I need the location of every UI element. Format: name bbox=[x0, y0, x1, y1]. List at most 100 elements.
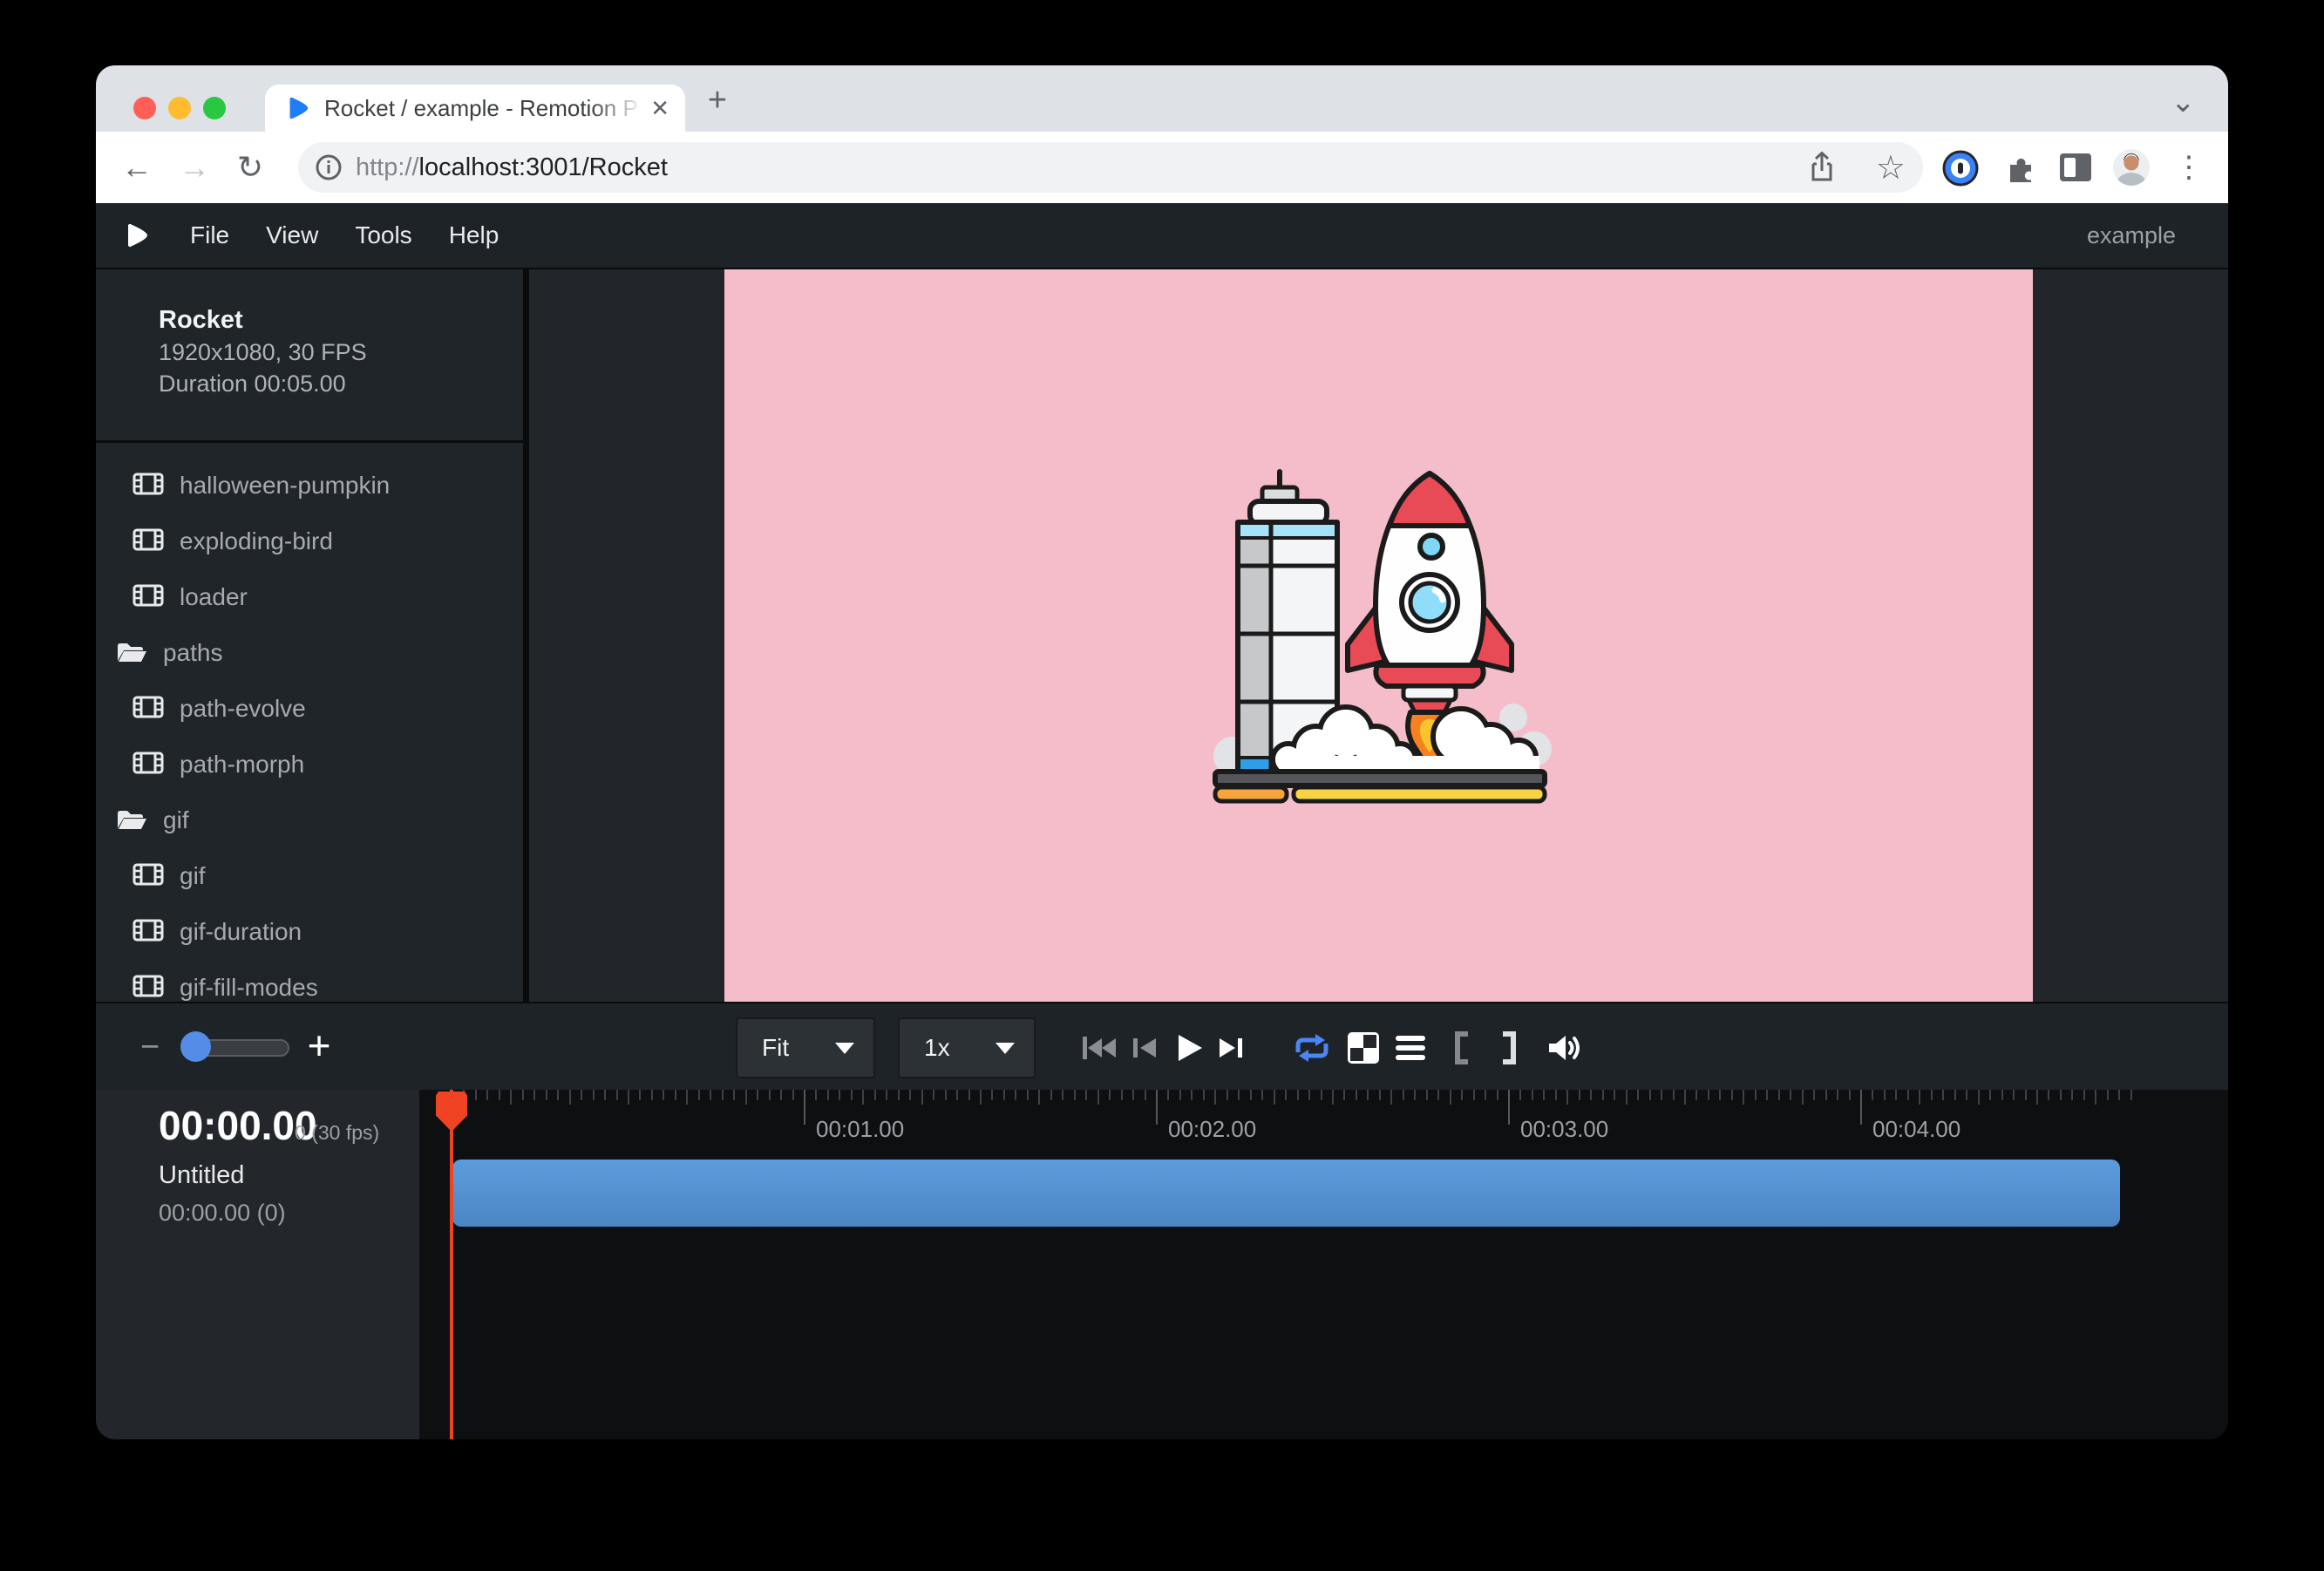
set-in-point-button[interactable] bbox=[1439, 1003, 1483, 1092]
ruler-tick bbox=[533, 1090, 535, 1100]
sidebar-item-loader[interactable]: loader bbox=[96, 569, 523, 625]
preview-panel bbox=[529, 269, 2228, 1002]
transparency-toggle-button[interactable] bbox=[1342, 1003, 1385, 1092]
ruler-tick bbox=[1274, 1090, 1275, 1105]
ruler-tick bbox=[874, 1090, 876, 1100]
menu-item-tools[interactable]: Tools bbox=[355, 221, 411, 249]
ruler-tick bbox=[1849, 1090, 1851, 1100]
ruler-tick bbox=[1132, 1090, 1134, 1100]
remotion-logo-icon[interactable] bbox=[122, 221, 150, 249]
profile-avatar[interactable] bbox=[2112, 148, 2151, 187]
ruler-tick bbox=[1414, 1090, 1416, 1100]
menu-item-view[interactable]: View bbox=[266, 221, 318, 249]
checkerboard-icon bbox=[1348, 1032, 1379, 1064]
sidebar-item-gif-duration[interactable]: gif-duration bbox=[96, 904, 523, 960]
ruler-tick bbox=[1602, 1090, 1604, 1100]
extensions-puzzle-icon[interactable] bbox=[2003, 151, 2038, 186]
composition-list: halloween-pumpkin exploding-bird bbox=[96, 458, 523, 1002]
sidebar-resize-handle[interactable] bbox=[523, 269, 529, 1002]
ruler-tick bbox=[1027, 1090, 1029, 1100]
track-name: Untitled bbox=[159, 1161, 244, 1190]
sidebar-divider bbox=[96, 440, 523, 443]
browser-toolbar: ← → ↻ http://localhost:3001/Rocket ☆ bbox=[96, 132, 2228, 203]
sidebar-item-paths[interactable]: paths bbox=[96, 625, 523, 681]
loop-toggle-button[interactable] bbox=[1290, 1003, 1334, 1092]
play-button[interactable] bbox=[1167, 1003, 1211, 1092]
timeline-zoom-slider-knob[interactable] bbox=[180, 1031, 211, 1062]
ruler-tick bbox=[604, 1090, 606, 1100]
ruler-tick bbox=[1755, 1090, 1757, 1100]
content-row: Rocket 1920x1080, 30 FPS Duration 00:05.… bbox=[96, 268, 2228, 1002]
timeline-track-bar[interactable] bbox=[452, 1160, 2120, 1227]
new-tab-button[interactable]: + bbox=[700, 83, 735, 118]
playhead-line[interactable] bbox=[450, 1090, 453, 1439]
browser-tab[interactable]: Rocket / example - Remotion P ✕ bbox=[265, 85, 685, 132]
menu-item-file[interactable]: File bbox=[190, 221, 229, 249]
ruler-tick bbox=[1285, 1090, 1287, 1100]
ruler-tick bbox=[639, 1090, 641, 1100]
sidebar-item-gif-fill-modes[interactable]: gif-fill-modes bbox=[96, 960, 523, 1002]
ruler-tick bbox=[1790, 1090, 1791, 1100]
sidebar-item-label: path-morph bbox=[180, 751, 304, 779]
size-select[interactable]: Fit bbox=[736, 1017, 875, 1078]
share-icon[interactable] bbox=[1806, 150, 1838, 185]
traffic-light-close[interactable] bbox=[133, 97, 156, 119]
ruler-label: 00:04.00 bbox=[1872, 1116, 1960, 1143]
composition-duration: Duration 00:05.00 bbox=[159, 371, 346, 398]
ruler-tick bbox=[1015, 1090, 1016, 1100]
sidebar-item-label: path-evolve bbox=[180, 695, 306, 723]
ruler-tick bbox=[1321, 1090, 1322, 1100]
bookmark-star-icon[interactable]: ☆ bbox=[1876, 148, 1906, 187]
sidebar-item-label: gif bbox=[180, 862, 206, 890]
back-button[interactable]: ← bbox=[115, 132, 159, 203]
sidebar-item-halloween-pumpkin[interactable]: halloween-pumpkin bbox=[96, 458, 523, 513]
ruler-tick bbox=[1766, 1090, 1768, 1100]
tab-title: Rocket / example - Remotion P bbox=[324, 95, 643, 122]
ruler-tick bbox=[1450, 1090, 1451, 1105]
ruler-tick bbox=[1167, 1090, 1169, 1100]
timeline-menu-button[interactable] bbox=[1389, 1003, 1432, 1092]
sidebar-item-path-morph[interactable]: path-morph bbox=[96, 737, 523, 792]
folder-open-icon bbox=[116, 639, 147, 668]
jump-to-start-button[interactable] bbox=[1077, 1003, 1121, 1092]
sidebar-item-path-evolve[interactable]: path-evolve bbox=[96, 681, 523, 737]
previous-frame-icon bbox=[1130, 1033, 1159, 1063]
playback-rate-value: 1x bbox=[924, 1034, 950, 1062]
ruler-tick bbox=[2036, 1090, 2038, 1105]
playhead-handle[interactable] bbox=[436, 1092, 467, 1132]
ruler-tick bbox=[815, 1090, 817, 1100]
menu-item-help[interactable]: Help bbox=[449, 221, 499, 249]
set-out-point-button[interactable] bbox=[1487, 1003, 1531, 1092]
ruler-tick bbox=[1508, 1090, 1510, 1125]
ruler-tick bbox=[991, 1090, 993, 1100]
ruler-tick bbox=[1214, 1090, 1216, 1105]
ruler-tick bbox=[1461, 1090, 1463, 1100]
onepassword-extension-icon[interactable] bbox=[1942, 150, 1979, 187]
browser-menu-kebab-icon[interactable]: ⋮ bbox=[2174, 146, 2200, 189]
next-frame-button[interactable] bbox=[1210, 1003, 1254, 1092]
forward-button[interactable]: → bbox=[173, 132, 216, 203]
sidebar-item-gif[interactable]: gif bbox=[96, 848, 523, 904]
sidebar-item-label: gif-fill-modes bbox=[180, 974, 318, 1002]
sidebar-item-gif[interactable]: gif bbox=[96, 792, 523, 848]
side-panel-icon[interactable] bbox=[2059, 153, 2092, 182]
ruler-tick bbox=[686, 1090, 688, 1105]
timeline-zoom-in-button[interactable]: + bbox=[300, 1026, 338, 1064]
timeline-panel[interactable]: 00:01.0000:02.0000:03.0000:04.00 00:00.0… bbox=[96, 1090, 2228, 1439]
traffic-light-zoom[interactable] bbox=[203, 97, 226, 119]
previous-frame-button[interactable] bbox=[1123, 1003, 1166, 1092]
sidebar-item-exploding-bird[interactable]: exploding-bird bbox=[96, 513, 523, 569]
site-info-icon[interactable] bbox=[314, 153, 343, 182]
volume-button[interactable] bbox=[1543, 1003, 1587, 1092]
reload-button[interactable]: ↻ bbox=[228, 132, 272, 203]
playback-rate-select[interactable]: 1x bbox=[898, 1017, 1036, 1078]
preview-canvas bbox=[724, 269, 2033, 1003]
timeline-zoom-out-button[interactable]: − bbox=[131, 1028, 169, 1066]
ruler-tick bbox=[675, 1090, 676, 1100]
ruler-tick bbox=[710, 1090, 711, 1100]
close-tab-icon[interactable]: ✕ bbox=[650, 95, 669, 122]
tab-overview-chevron-icon[interactable]: ⌄ bbox=[2171, 85, 2196, 119]
address-bar[interactable]: http://localhost:3001/Rocket ☆ bbox=[298, 142, 1923, 193]
ruler-tick bbox=[757, 1090, 758, 1100]
traffic-light-minimize[interactable] bbox=[168, 97, 191, 119]
